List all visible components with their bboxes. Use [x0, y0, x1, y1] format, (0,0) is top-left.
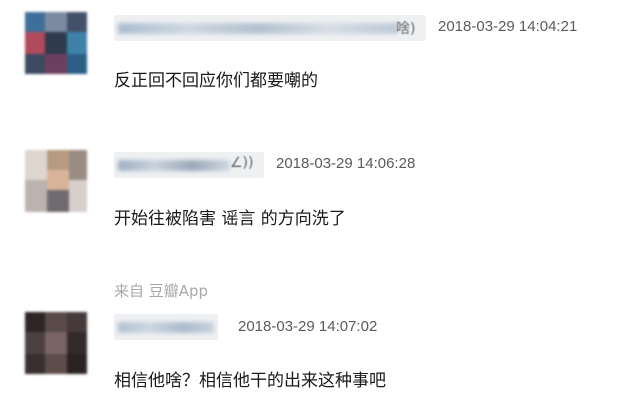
comment-timestamp: 2018-03-29 14:06:28 — [276, 155, 416, 172]
comment-item: 2018-03-29 14:07:02 相信他啥？相信他干的出来这种事吧 — [0, 0, 640, 391]
comment-text: 相信他啥？相信他干的出来这种事吧 — [114, 371, 386, 391]
username-suffix: ∠)) — [230, 155, 254, 171]
comment-text: 开始往被陷害 谣言 的方向洗了 — [114, 209, 346, 229]
comment-meta: ∠)) — [114, 152, 264, 178]
comment-timestamp: 2018-03-29 14:07:02 — [238, 318, 378, 335]
source-label: 来自 豆瓣App — [114, 282, 209, 300]
comment-meta — [114, 314, 218, 340]
avatar[interactable] — [25, 312, 87, 374]
avatar[interactable] — [25, 150, 87, 212]
username-redacted[interactable] — [118, 322, 214, 333]
username-redacted[interactable] — [118, 160, 230, 171]
